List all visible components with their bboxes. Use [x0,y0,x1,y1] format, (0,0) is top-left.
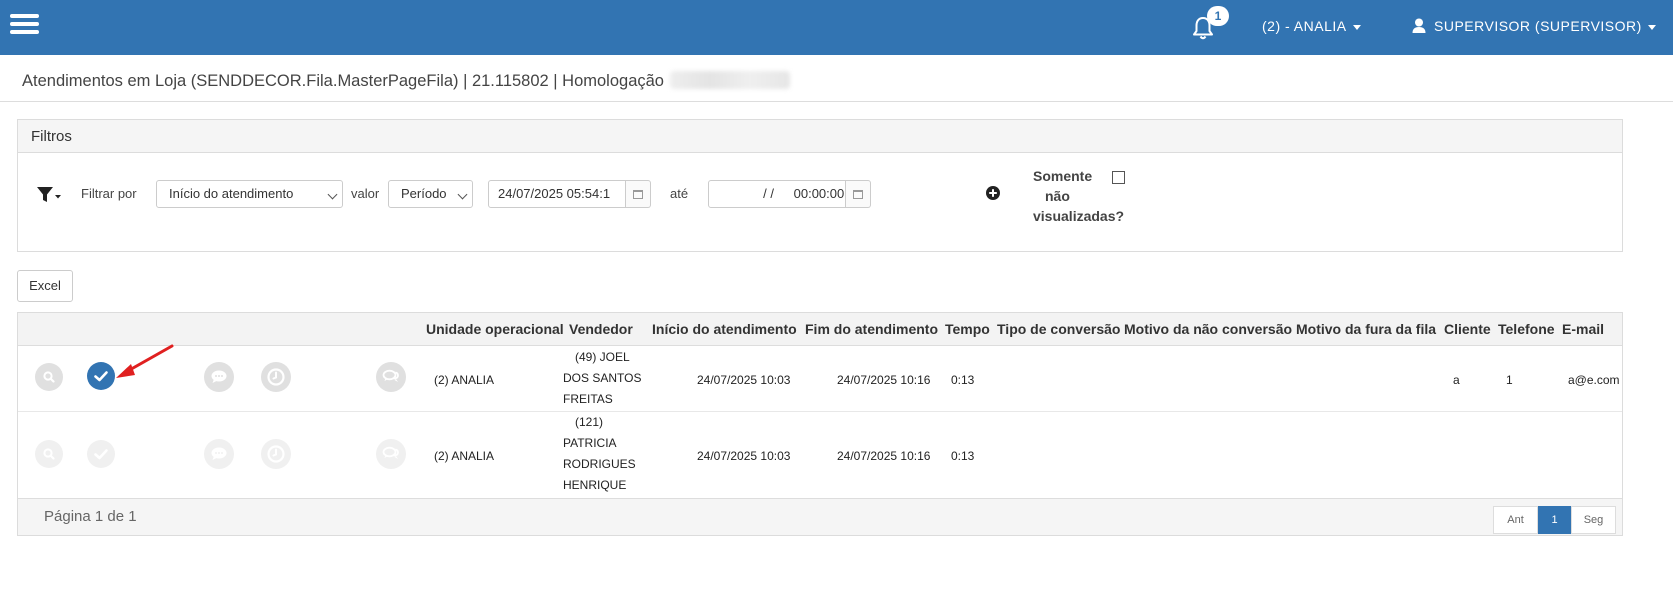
value-mode-select[interactable]: Período [388,180,473,208]
cell-unidade: (2) ANALIA [434,373,495,387]
column-header[interactable]: Início do atendimento [652,321,797,337]
only-unviewed-label-line: Somente [1033,168,1093,184]
only-unviewed-label-line: não [1045,188,1070,204]
funnel-icon[interactable] [36,186,62,204]
date-to-time: 00:00:00 [793,186,845,201]
user-dropdown-label: SUPERVISOR (SUPERVISOR) [1434,18,1642,34]
cell-telefone: 1 [1506,373,1513,387]
column-header[interactable]: Tempo [945,321,990,337]
table-row[interactable]: (2) ANALIA (121) PATRICIA RODRIGUES HENR… [18,412,1622,498]
cell-tempo: 0:13 [951,449,975,463]
only-unviewed-label: Somente não visualizadas? [1033,166,1125,226]
cell-unidade: (2) ANALIA [434,449,495,463]
clock-icon[interactable] [261,362,291,392]
filter-field-select[interactable]: Início do atendimento [156,180,343,208]
date-to-date: / / [763,186,774,201]
cell-vendedor-line: FREITAS [563,392,613,406]
search-icon[interactable] [35,363,63,391]
column-header[interactable]: Motivo da não conversão [1124,321,1292,337]
calendar-to-button[interactable] [846,180,871,208]
notification-count-badge[interactable]: 1 [1207,6,1229,26]
search-icon[interactable] [35,440,63,468]
cell-cliente: a [1453,373,1460,387]
excel-export-button[interactable]: Excel [17,270,73,302]
redacted-text [669,71,790,89]
calendar-icon [633,190,643,199]
results-table: Unidade operacional Vendedor Início do a… [17,312,1623,536]
column-header[interactable]: Telefone [1498,321,1555,337]
cell-vendedor: (49) JOEL DOS SANTOS FREITAS [563,347,648,410]
only-unviewed-checkbox[interactable] [1112,171,1125,184]
filter-by-label: Filtrar por [81,186,137,201]
filters-panel: Filtros Filtrar por Início do atendiment… [17,119,1623,252]
date-to-input[interactable]: / / 00:00:00 [708,180,846,208]
user-icon [1412,18,1426,33]
caret-down-icon [1647,24,1656,30]
page-title: Atendimentos em Loja (SENDDECOR.Fila.Mas… [22,71,790,91]
column-header[interactable]: Vendedor [569,321,633,337]
cell-inicio: 24/07/2025 10:03 [697,373,791,387]
column-header[interactable]: Tipo de conversão [997,321,1120,337]
table-row[interactable]: (2) ANALIA (49) JOEL DOS SANTOS FREITAS … [18,346,1622,412]
prev-page-button[interactable]: Ant [1493,506,1538,534]
chevron-down-icon [327,189,338,200]
hamburger-menu-icon[interactable] [10,14,39,36]
unit-dropdown-label: (2) - ANALIA [1262,18,1347,34]
page-title-text: Atendimentos em Loja (SENDDECOR.Fila.Mas… [22,72,664,90]
user-dropdown[interactable]: SUPERVISOR (SUPERVISOR) [1412,18,1656,34]
column-header[interactable]: E-mail [1562,321,1604,337]
cell-vendedor-line: RODRIGUES [563,457,636,471]
calendar-icon [853,190,863,199]
cell-inicio: 24/07/2025 10:03 [697,449,791,463]
pagination-info: Página 1 de 1 [44,508,137,525]
only-unviewed-label-line: visualizadas? [1033,208,1125,224]
column-header[interactable]: Fim do atendimento [805,321,938,337]
cell-vendedor-line: PATRICIA [563,436,617,450]
cell-email: a@e.com [1568,373,1620,387]
divider [0,101,1673,102]
clock-icon[interactable] [261,439,291,469]
column-header[interactable]: Cliente [1444,321,1491,337]
comment-icon[interactable] [204,439,234,469]
cell-tempo: 0:13 [951,373,975,387]
filter-field-select-value: Início do atendimento [169,186,294,201]
value-mode-select-value: Período [401,186,447,201]
until-label: até [670,186,689,201]
column-header[interactable]: Unidade operacional [426,321,564,337]
page-number-button[interactable]: 1 [1538,506,1571,534]
cell-fim: 24/07/2025 10:16 [837,449,931,463]
date-from-input[interactable]: 24/07/2025 05:54:1 [488,180,626,208]
cell-vendedor: (121) PATRICIA RODRIGUES HENRIQUE [563,412,648,496]
cell-vendedor-line: DOS SANTOS [563,371,642,385]
cell-fim: 24/07/2025 10:16 [837,373,931,387]
next-page-button[interactable]: Seg [1571,506,1616,534]
comment-icon[interactable] [204,362,234,392]
cell-vendedor-line: (121) [575,415,604,429]
value-label: valor [351,186,380,201]
filters-panel-title: Filtros [18,120,1622,153]
plus-circle-icon[interactable] [986,186,1000,200]
chevron-down-icon [457,189,468,200]
chat-icon[interactable] [376,362,406,392]
caret-down-icon [1352,24,1361,30]
chat-icon[interactable] [376,439,406,469]
check-icon[interactable] [87,440,115,468]
top-navbar: 1 (2) - ANALIA SUPERVISOR (SUPERVISOR) [0,0,1673,55]
table-header: Unidade operacional Vendedor Início do a… [18,313,1622,346]
calendar-from-button[interactable] [626,180,651,208]
annotation-arrow [116,344,174,378]
unit-dropdown[interactable]: (2) - ANALIA [1262,18,1361,34]
table-footer: Página 1 de 1 Ant 1 Seg [18,498,1622,535]
column-header[interactable]: Motivo da fura da fila [1296,321,1436,337]
cell-vendedor-line: (49) JOEL [575,350,630,364]
cell-vendedor-line: HENRIQUE [563,478,627,492]
